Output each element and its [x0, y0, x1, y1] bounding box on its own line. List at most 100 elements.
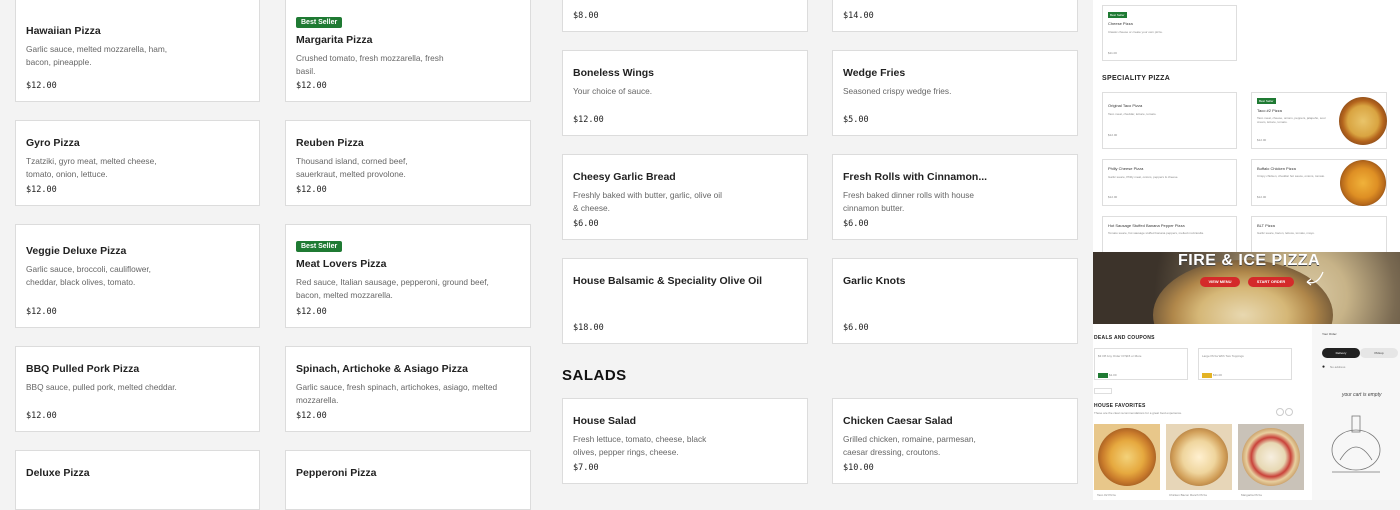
menu-item-bbq-pulled-pork-pizza[interactable]: BBQ Pulled Pork Pizza BBQ sauce, pulled …	[15, 346, 260, 432]
favorite-card[interactable]	[1238, 424, 1304, 490]
item-name: Reuben Pizza	[296, 137, 364, 149]
pickup-toggle[interactable]: Pickup	[1360, 348, 1398, 358]
item-description: Classic cheese or create your own pizza.	[1108, 30, 1163, 34]
item-price: $11.00	[1108, 51, 1117, 55]
deal-text: $3 Off Any Order Of $15 or More	[1098, 354, 1142, 358]
item-price: $18.00	[573, 323, 604, 333]
item-price: $6.00	[843, 323, 869, 333]
item-name: Philly Cheese Pizza	[1108, 166, 1144, 171]
start-order-button[interactable]: START ORDER	[1248, 277, 1294, 287]
carousel-next-icon[interactable]	[1285, 408, 1293, 416]
menu-item-deluxe-pizza[interactable]: Deluxe Pizza	[15, 450, 260, 510]
item-description: Garlic sauce, fresh spinach, artichokes,…	[296, 382, 498, 405]
item-description: Fresh baked dinner rolls with house cinn…	[843, 190, 974, 213]
section-title-salads: SALADS	[562, 367, 627, 384]
item-name: House Salad	[573, 415, 637, 427]
small-button[interactable]	[1094, 388, 1112, 394]
item-description: Taco meat, cheese, onions, peppers, jala…	[1257, 116, 1326, 124]
house-favorites-subtitle: These are the clear recommendations for …	[1094, 411, 1183, 415]
menu-item-margarita-pizza[interactable]: Best Seller Margarita Pizza Crushed toma…	[285, 0, 531, 102]
deal-badge	[1202, 373, 1212, 378]
preview-item-card[interactable]: Best Seller Taco #2 Pizza Taco meat, che…	[1251, 92, 1387, 149]
item-price: $12.00	[26, 307, 57, 317]
favorite-name: Chicken Bacon Ranch Pizza	[1169, 493, 1207, 497]
item-name: Original Taco Pizza	[1108, 103, 1143, 108]
deal-card[interactable]: Large Pizza With Two Toppings $11.00	[1198, 348, 1292, 380]
menu-item-reuben-pizza[interactable]: Reuben Pizza Thousand island, corned bee…	[285, 120, 531, 206]
pizza-oven-illustration-icon	[1331, 415, 1381, 473]
deal-card[interactable]: $3 Off Any Order Of $15 or More $1.00	[1094, 348, 1188, 380]
arrow-icon	[1306, 271, 1324, 286]
item-price: $12.00	[296, 185, 327, 195]
item-name: Fresh Rolls with Cinnamon...	[843, 171, 988, 183]
item-description: BBQ sauce, pulled pork, melted cheddar.	[26, 382, 177, 392]
item-name: Veggie Deluxe Pizza	[26, 245, 127, 257]
preview-item-card[interactable]: Original Taco Pizza Taco meat, cheddar, …	[1102, 92, 1237, 149]
menu-item-house-salad[interactable]: House Salad Fresh lettuce, tomato, chees…	[562, 398, 808, 484]
preview-item-card[interactable]: Buffalo Chicken Pizza Crispy chicken, ch…	[1251, 159, 1387, 206]
pizza-image	[1339, 97, 1387, 145]
menu-item-meat-lovers-pizza[interactable]: Best Seller Meat Lovers Pizza Red sauce,…	[285, 224, 531, 328]
item-price: $14.00	[843, 11, 874, 21]
menu-item-boneless-wings[interactable]: Boneless Wings Your choice of sauce. $12…	[562, 50, 808, 136]
item-price: $12.00	[296, 411, 327, 421]
menu-item-house-balsamic-olive-oil[interactable]: House Balsamic & Speciality Olive Oil $1…	[562, 258, 808, 344]
menu-item-chicken-caesar-salad[interactable]: Chicken Caesar Salad Grilled chicken, ro…	[832, 398, 1078, 484]
menu-item-top-right-partial[interactable]: $14.00	[832, 0, 1078, 32]
item-name: Cheesy Garlic Bread	[573, 171, 676, 183]
item-price: $12.00	[26, 185, 57, 195]
item-name: Pepperoni Pizza	[296, 467, 377, 479]
delivery-toggle[interactable]: Delivery	[1322, 348, 1360, 358]
preview-item-card[interactable]: Hot Sausage Stuffed Banana Pepper Pizza …	[1102, 216, 1237, 256]
menu-item-veggie-deluxe-pizza[interactable]: Veggie Deluxe Pizza Garlic sauce, brocco…	[15, 224, 260, 328]
item-name: Taco #2 Pizza	[1257, 108, 1282, 113]
preview-item-card[interactable]: BLT Pizza Garlic sauce, bacon, lettuce, …	[1251, 216, 1387, 256]
item-price: $6.00	[573, 219, 599, 229]
best-seller-badge: Best Seller	[1108, 12, 1127, 18]
hero-title: FIRE & ICE PIZZA	[1178, 252, 1321, 269]
menu-item-wedge-fries[interactable]: Wedge Fries Seasoned crispy wedge fries.…	[832, 50, 1078, 136]
item-price: $12.00	[296, 81, 327, 91]
menu-item-cheesy-garlic-bread[interactable]: Cheesy Garlic Bread Freshly baked with b…	[562, 154, 808, 240]
item-price: $12.00	[1108, 195, 1118, 199]
item-price: $5.00	[843, 115, 869, 125]
menu-item-fresh-rolls-cinnamon[interactable]: Fresh Rolls with Cinnamon... Fresh baked…	[832, 154, 1078, 240]
item-description: Crispy chicken, cheddar hot sauce, onion…	[1257, 174, 1326, 178]
order-address: No address	[1330, 365, 1346, 369]
deal-price: $1.00	[1109, 373, 1117, 377]
item-description: Taco meat, cheddar, lettuce, tomato.	[1108, 112, 1157, 116]
item-name: Deluxe Pizza	[26, 467, 90, 479]
view-menu-button[interactable]: VIEW MENU	[1200, 277, 1240, 287]
deals-title: DEALS AND COUPONS	[1094, 335, 1155, 341]
item-name: Hawaiian Pizza	[26, 25, 101, 37]
item-name: BLT Pizza	[1257, 223, 1275, 228]
item-description: Thousand island, corned beef, sauerkraut…	[296, 156, 408, 179]
favorite-card[interactable]	[1166, 424, 1232, 490]
menu-item-gyro-pizza[interactable]: Gyro Pizza Tzatziki, gyro meat, melted c…	[15, 120, 260, 206]
item-name: Margarita Pizza	[296, 34, 373, 46]
preview-item-card[interactable]: Philly Cheese Pizza Garlic sauce, Philly…	[1102, 159, 1237, 206]
menu-item-hawaiian-pizza[interactable]: Hawaiian Pizza Garlic sauce, melted mozz…	[15, 0, 260, 102]
item-description: Crushed tomato, fresh mozzarella, fresh …	[296, 53, 444, 76]
favorite-card[interactable]	[1094, 424, 1160, 490]
item-description: Your choice of sauce.	[573, 86, 653, 96]
item-name: Spinach, Artichoke & Asiago Pizza	[296, 363, 468, 375]
item-name: Buffalo Chicken Pizza	[1257, 166, 1296, 171]
preview-cheese-pizza-card[interactable]: Best Seller Cheese Pizza Classic cheese …	[1102, 5, 1237, 61]
item-price: $7.00	[573, 463, 599, 473]
menu-item-spinach-artichoke-pizza[interactable]: Spinach, Artichoke & Asiago Pizza Garlic…	[285, 346, 531, 432]
item-name: Meat Lovers Pizza	[296, 258, 387, 270]
pizza-image	[1170, 428, 1228, 486]
item-description: Grilled chicken, romaine, parmesan, caes…	[843, 434, 976, 457]
item-price: $12.00	[1257, 195, 1267, 199]
menu-item-pepperoni-pizza[interactable]: Pepperoni Pizza	[285, 450, 531, 510]
pizza-image	[1340, 160, 1386, 206]
item-description: Seasoned crispy wedge fries.	[843, 86, 952, 96]
carousel-prev-icon[interactable]	[1276, 408, 1284, 416]
menu-item-garlic-knots[interactable]: Garlic Knots $6.00	[832, 258, 1078, 344]
hero-banner: FIRE & ICE PIZZA VIEW MENU START ORDER	[1093, 252, 1400, 324]
item-description: Garlic sauce, broccoli, cauliflower, che…	[26, 264, 151, 287]
item-description: Red sauce, Italian sausage, pepperoni, g…	[296, 277, 489, 300]
menu-item-top-left-partial[interactable]: $8.00	[562, 0, 808, 32]
pizza-image	[1242, 428, 1300, 486]
